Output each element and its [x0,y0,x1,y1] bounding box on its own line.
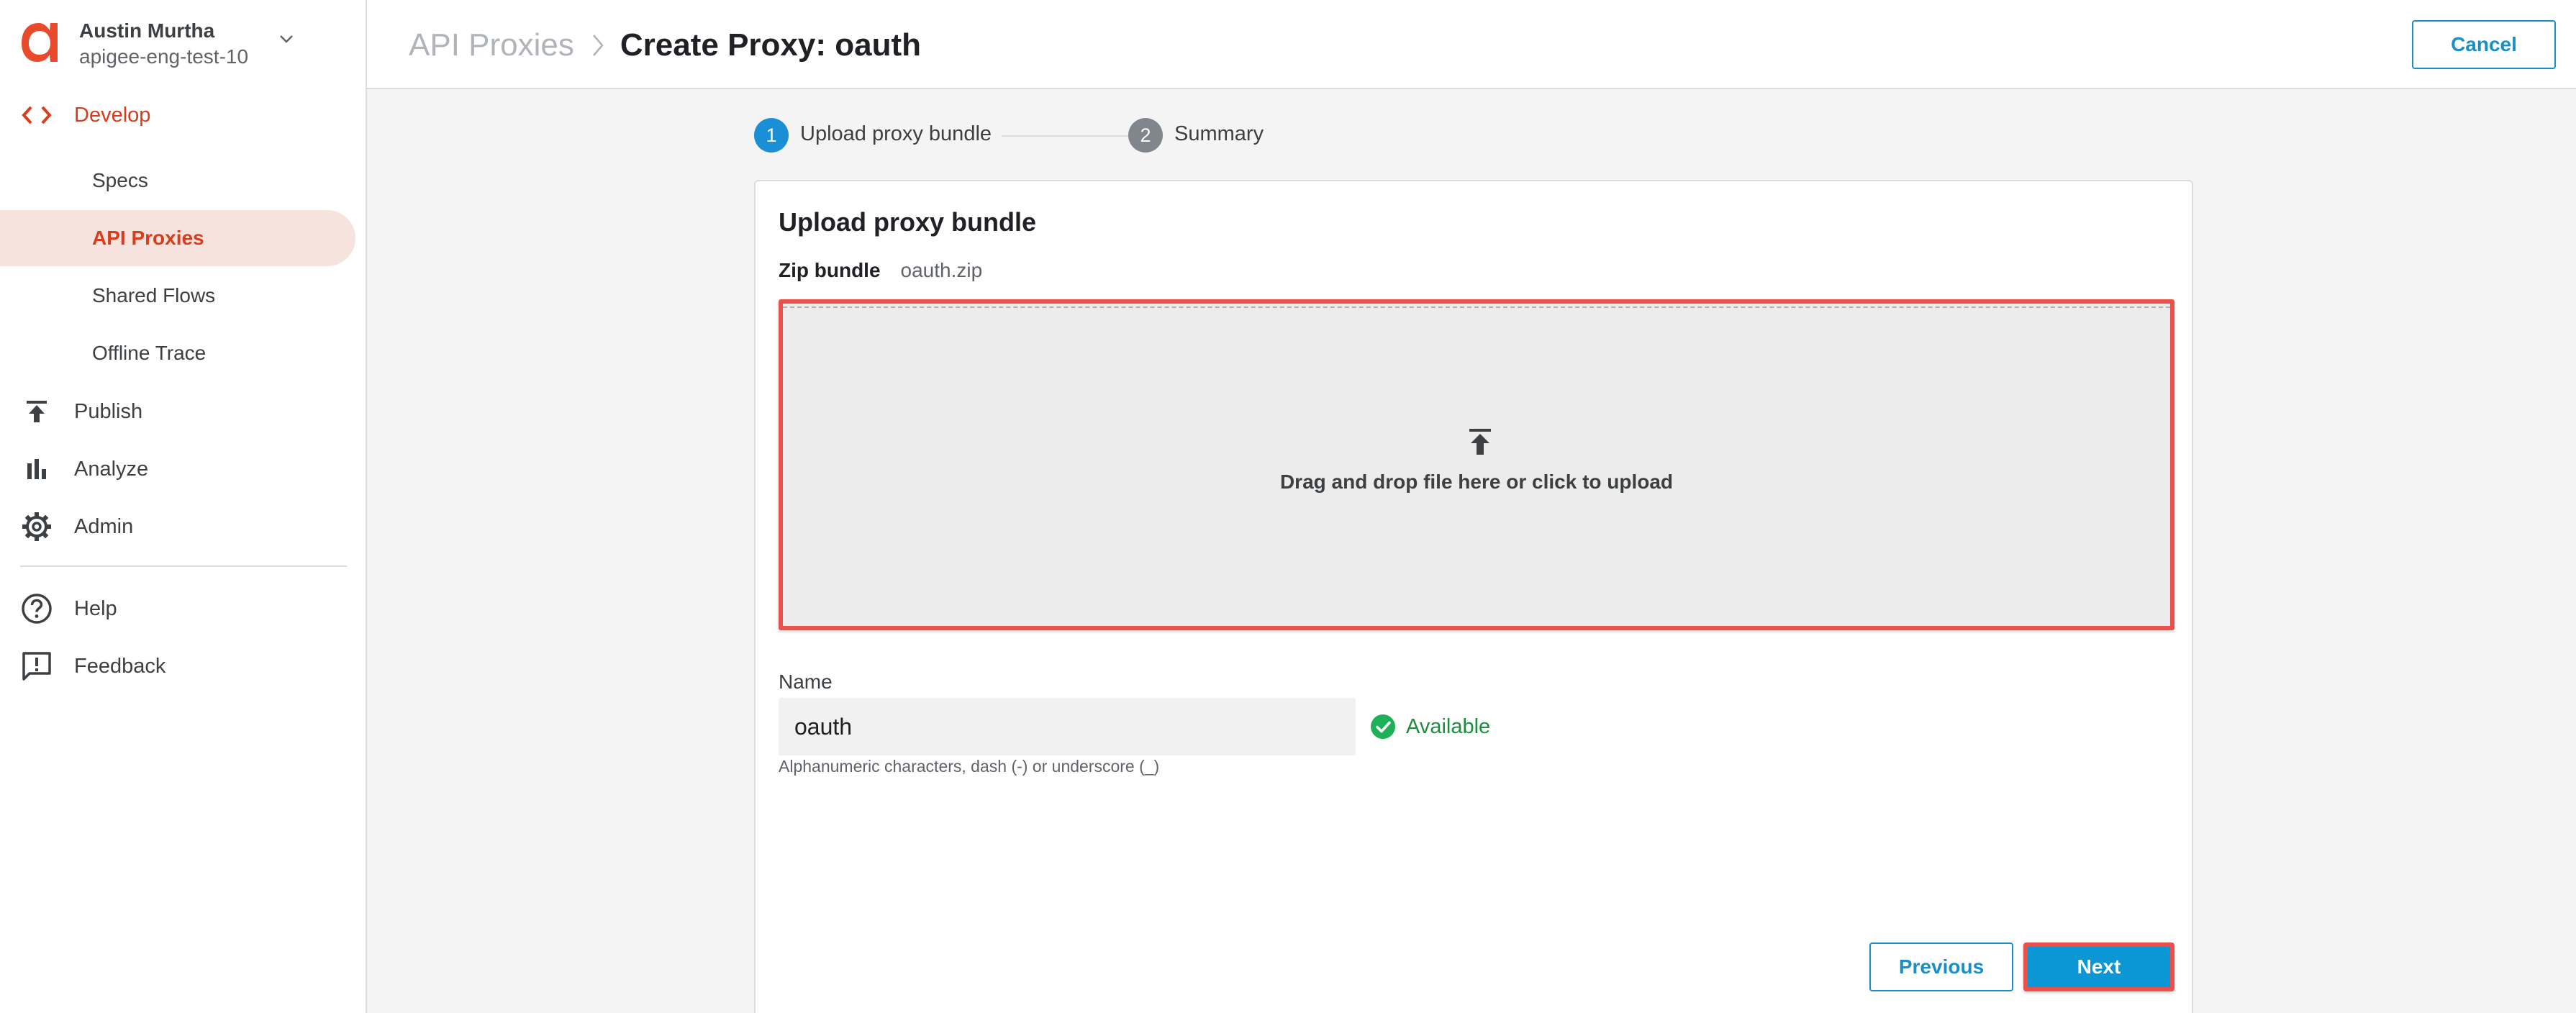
sidebar-item-label: Shared Flows [92,284,216,306]
zip-bundle-row: Zip bundle oauth.zip [779,259,982,282]
sidebar-item-label: API Proxies [92,227,204,249]
cancel-button[interactable]: Cancel [2412,20,2556,69]
apigee-logo-icon[interactable] [17,20,60,65]
chevron-right-icon [592,35,604,56]
name-field[interactable] [779,698,1356,755]
nav-analyze-label: Analyze [74,457,149,481]
breadcrumb: API Proxies Create Proxy: oauth [409,27,921,63]
sidebar: Austin Murtha apigee-eng-test-10 Develop… [0,0,367,1013]
nav-admin-label: Admin [74,514,134,538]
sidebar-item-shared-flows[interactable]: Shared Flows [0,268,355,324]
help-circle-icon [20,592,53,625]
card-title: Upload proxy bundle [779,207,1037,237]
sidebar-item-label: Offline Trace [92,342,207,364]
step-2-circle: 2 [1128,118,1163,153]
feedback-icon [20,650,53,683]
sidebar-item-api-proxies[interactable]: API Proxies [0,210,355,266]
nav-develop[interactable]: Develop [0,94,360,137]
zip-bundle-label: Zip bundle [779,259,881,281]
sidebar-item-label: Specs [92,169,148,191]
user-org: apigee-eng-test-10 [79,45,249,68]
chevron-down-icon[interactable] [276,29,296,49]
nav-develop-label: Develop [74,103,151,127]
nav-feedback[interactable]: Feedback [0,645,360,688]
user-name: Austin Murtha [79,19,215,42]
nav-help[interactable]: Help [0,587,360,630]
upload-icon [1469,429,1491,455]
availability-text: Available [1406,714,1491,738]
name-label: Name [779,671,833,693]
publish-upload-icon [20,395,53,428]
previous-button[interactable]: Previous [1869,942,2013,991]
step-1-circle: 1 [754,118,789,153]
zip-bundle-filename: oauth.zip [900,259,983,281]
name-hint: Alphanumeric characters, dash (-) or und… [779,757,1160,776]
breadcrumb-api-proxies-link[interactable]: API Proxies [409,27,574,63]
sidebar-item-specs[interactable]: Specs [0,153,355,209]
user-account[interactable]: Austin Murtha apigee-eng-test-10 [79,19,248,69]
step-2-label: Summary [1174,122,1264,145]
dropzone-area [783,306,2170,626]
step-1-label: Upload proxy bundle [800,122,992,145]
page-header: API Proxies Create Proxy: oauth Cancel [367,0,2576,89]
nav-divider [20,565,347,567]
dropzone-text: Drag and drop file here or click to uplo… [1279,471,1674,493]
check-circle-icon [1371,714,1395,739]
sidebar-item-offline-trace[interactable]: Offline Trace [0,325,355,381]
nav-publish-label: Publish [74,399,143,423]
code-brackets-icon [20,99,53,132]
nav-admin[interactable]: Admin [0,505,360,548]
bar-chart-icon [20,453,53,486]
nav-help-label: Help [74,596,117,620]
next-button[interactable]: Next [2023,942,2174,991]
file-dropzone[interactable]: Drag and drop file here or click to uplo… [779,299,2174,630]
upload-card: Upload proxy bundle Zip bundle oauth.zip… [754,180,2193,1013]
availability-status: Available [1370,714,1490,740]
nav-analyze[interactable]: Analyze [0,448,360,491]
nav-feedback-label: Feedback [74,654,166,678]
page-title: Create Proxy: oauth [620,27,921,63]
nav-publish[interactable]: Publish [0,390,360,433]
gear-icon [20,510,53,543]
